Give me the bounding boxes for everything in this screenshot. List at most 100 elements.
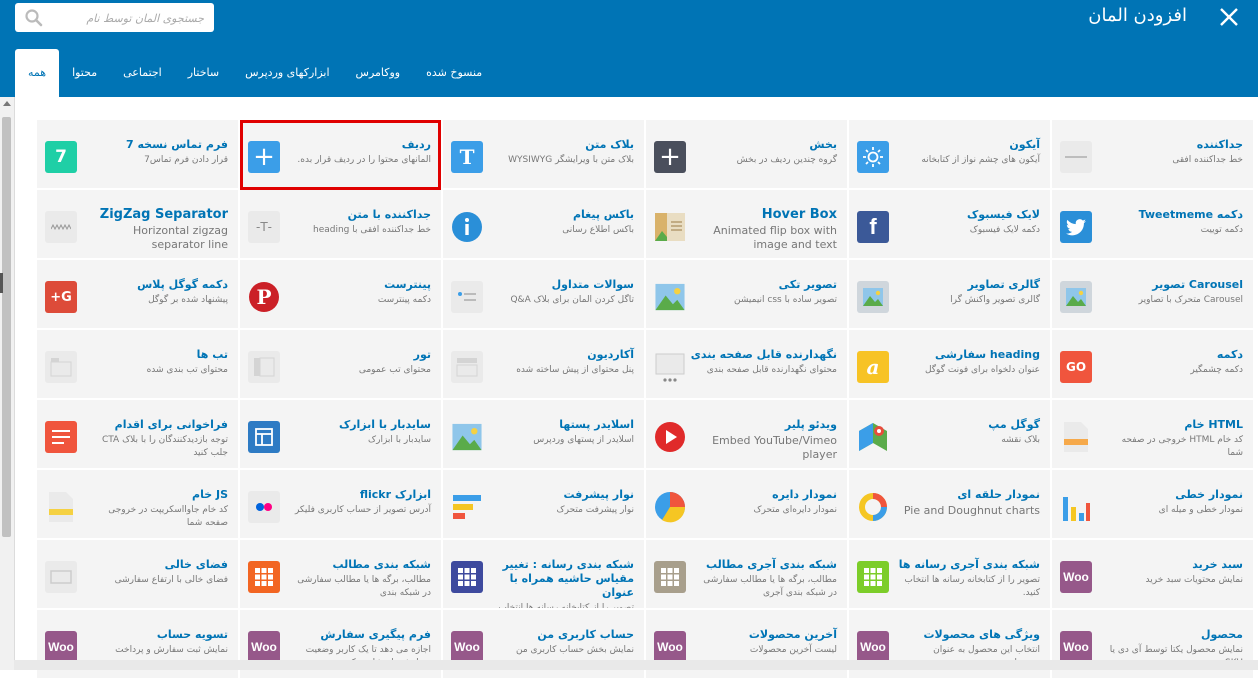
element-name: ویدئو پلیر	[784, 418, 837, 431]
element-tile[interactable]: شبکه بندی آجری مطالب مطالب، برگه ها یا مط…	[646, 540, 847, 610]
element-tile[interactable]: -T- جداکننده با متن خط جداکننده افقی با he…	[240, 190, 441, 260]
element-description: تصویر ساده با css انیمیشن	[734, 295, 837, 305]
hover-box-icon	[654, 211, 686, 243]
element-text: فرم تماس نسخه 7 قرار دادن فرم تماس7	[89, 138, 228, 167]
element-description: محتوای نگهدارنده قابل صفحه بندی	[706, 365, 837, 375]
element-description: المانهای محتوا را در ردیف قرار بده.	[297, 155, 431, 165]
element-tile[interactable]: Hover Box Animated flip box with image an…	[646, 190, 847, 260]
element-tile[interactable]: نگهدارنده قابل صفحه بندی محتوای نگهدارنده…	[646, 330, 847, 400]
close-icon[interactable]	[1216, 4, 1242, 30]
tab-structure[interactable]: ساختار	[175, 49, 232, 97]
scrollbar-thumb[interactable]	[2, 117, 11, 537]
element-tile[interactable]: P پینترست دکمه پینترست	[240, 260, 441, 330]
element-tile[interactable]: JS خام کد خام جاوااسکریپت در خروجی صفحه ش…	[37, 470, 238, 540]
element-description: خط جداکننده افقی با heading	[313, 225, 431, 235]
element-tile[interactable]: ZigZag Separator Horizontal zigzag separa…	[37, 190, 238, 260]
tab-social[interactable]: اجتماعی	[110, 49, 175, 97]
element-description: پیشنهاد شده بر گوگل	[148, 295, 228, 305]
element-tile[interactable]: فضای خالی فضای خالی با ارتفاع سفارشی	[37, 540, 238, 610]
element-tile[interactable]: شبکه بندی مطالب مطالب، برگه ها یا مطالب س…	[240, 540, 441, 610]
tab-deprecated[interactable]: منسوخ شده	[413, 49, 495, 97]
scroll-up-arrow-icon[interactable]	[3, 101, 11, 106]
element-text: شبکه بندی آجری مطالب مطالب، برگه ها یا مط…	[698, 558, 837, 600]
element-tile[interactable]: باکس پیغام باکس اطلاع رسانی	[443, 190, 644, 260]
element-name: ویژگی های محصولات	[923, 628, 1040, 641]
search-box[interactable]	[15, 3, 214, 34]
element-tile[interactable]: a heading سفارشی عنوان دلخواه برای فونت گو…	[849, 330, 1050, 400]
element-tile[interactable]: 7 فرم تماس نسخه 7 قرار دادن فرم تماس7	[37, 120, 238, 190]
element-description: تصویر را از کتابخانه رسانه ها انتخاب کنی…	[904, 575, 1040, 598]
search-input[interactable]	[42, 3, 206, 34]
element-name: آیکون	[1009, 138, 1040, 151]
masonry-media-grid-icon	[857, 561, 889, 593]
element-tile[interactable]: گوگل مپ بلاک نقشه	[849, 400, 1050, 470]
text-block-icon: T	[451, 141, 483, 173]
vertical-scrollbar[interactable]	[0, 97, 15, 670]
element-tile[interactable]: HTML خام کد خام HTML خروجی در صفحه شما	[1052, 400, 1253, 470]
element-tile[interactable]: + بخش گروه چندین ردیف در بخش	[646, 120, 847, 190]
tab-all[interactable]: همه	[15, 49, 60, 97]
gallery-icon	[857, 281, 889, 313]
element-tile[interactable]: تصویر تکی تصویر ساده با css انیمیشن	[646, 260, 847, 330]
element-description: Carousel متحرک با تصاویر	[1138, 295, 1243, 305]
tab-wordpress-widgets[interactable]: ابزارکهای وردپرس	[232, 49, 342, 97]
element-tile[interactable]: نمودار دایره نمودار دایره‌ای متحرک	[646, 470, 847, 540]
element-text: آیکون آیکون های چشم نواز از کتابخانه	[901, 138, 1040, 167]
element-tile[interactable]: اسلایدر پستها اسلایدر از پستهای وردپرس	[443, 400, 644, 470]
element-text: Carousel تصویر Carousel متحرک با تصاویر	[1104, 278, 1243, 307]
empty-space-icon	[45, 561, 77, 593]
element-tile[interactable]: Carousel تصویر Carousel متحرک با تصاویر	[1052, 260, 1253, 330]
element-tile[interactable]: جداکننده خط جداکننده افقی	[1052, 120, 1253, 190]
element-text: JS خام کد خام جاوااسکریپت در خروجی صفحه ش…	[89, 488, 228, 530]
element-tile[interactable]: نوار پیشرفت نوار پیشرفت متحرک	[443, 470, 644, 540]
element-tile[interactable]: نمودار خطی نمودار خطی و میله ای	[1052, 470, 1253, 540]
facebook-icon: f	[857, 211, 889, 243]
element-tile[interactable]: تور محتوای تب عمومی	[240, 330, 441, 400]
element-description: محتوای تب عمومی	[358, 365, 431, 375]
pageable-icon	[654, 351, 686, 383]
element-tile[interactable]: f لایک فیسبوک دکمه لایک فیسبوک	[849, 190, 1050, 260]
separator-icon	[1060, 141, 1092, 173]
element-name: سبد خرید	[1192, 558, 1243, 571]
element-name: فرم تماس نسخه 7	[126, 138, 228, 151]
element-description: تاگل کردن المان برای بلاک Q&A	[510, 295, 634, 305]
element-tile[interactable]: T بلاک متن بلاک متن با ویرایشگر WYSIWYG	[443, 120, 644, 190]
element-tile[interactable]: فراخوانی برای اقدام توجه بازدیدکنندگان را…	[37, 400, 238, 470]
element-name: گالری تصاویر	[967, 278, 1040, 291]
element-tile[interactable]: G+ دکمه گوگل پلاس پیشنهاد شده بر گوگل	[37, 260, 238, 330]
element-name: جداکننده با متن	[347, 208, 431, 221]
element-tile[interactable]: دکمه Tweetmeme دکمه توییت	[1052, 190, 1253, 260]
element-name: تصویر تکی	[778, 278, 837, 291]
woo-icon: Woo	[1060, 631, 1092, 663]
element-name: Carousel تصویر	[1152, 278, 1243, 291]
element-name: نوار پیشرفت	[563, 488, 634, 501]
element-tile[interactable]: تب ها محتوای تب بندی شده	[37, 330, 238, 400]
tab-woocommerce[interactable]: ووکامرس	[343, 49, 414, 97]
element-tile[interactable]: سایدبار با ابزارک سایدبار با ابزارک	[240, 400, 441, 470]
element-tile[interactable]: شبکه بندی رسانه : تغییر مقیاس حاشیه همرا…	[443, 540, 644, 610]
element-tile[interactable]: + ردیف المانهای محتوا را در ردیف قرار بده.	[240, 120, 441, 190]
element-name: فراخوانی برای اقدام	[114, 418, 228, 431]
element-tile[interactable]: گالری تصاویر گالری تصویر واکنش گرا	[849, 260, 1050, 330]
element-tile[interactable]: سوالات متداول تاگل کردن المان برای بلاک Q…	[443, 260, 644, 330]
element-text: نمودار دایره نمودار دایره‌ای متحرک	[698, 488, 837, 517]
element-tile[interactable]: آیکون آیکون های چشم نواز از کتابخانه	[849, 120, 1050, 190]
element-text: ZigZag Separator Horizontal zigzag separa…	[89, 208, 228, 252]
element-tile[interactable]: نمودار حلقه ای Pie and Doughnut charts	[849, 470, 1050, 540]
element-grid: جداکننده خط جداکننده افقی آیکون آیکون های چ…	[33, 120, 1253, 680]
element-tile[interactable]: ابزارک flickr آدرس تصویر از حساب کاربری ف…	[240, 470, 441, 540]
element-text: باکس پیغام باکس اطلاع رسانی	[495, 208, 634, 237]
element-description: باکس اطلاع رسانی	[562, 225, 634, 235]
map-icon	[857, 421, 889, 453]
element-tile[interactable]: آکاردیون پنل محتوای از پیش ساخته شده	[443, 330, 644, 400]
element-tile[interactable]: ویدئو پلیر Embed YouTube/Vimeo player	[646, 400, 847, 470]
element-tile[interactable]: شبکه بندی آجری رسانه ها تصویر را از کتابخ…	[849, 540, 1050, 610]
element-text: نمودار خطی نمودار خطی و میله ای	[1104, 488, 1243, 517]
element-tile[interactable]: GO دکمه دکمه چشمگیر	[1052, 330, 1253, 400]
accordion-icon	[451, 351, 483, 383]
element-name: heading سفارشی	[934, 348, 1040, 361]
tab-content[interactable]: محتوا	[59, 49, 110, 97]
progress-bar-icon	[451, 491, 483, 523]
element-tile[interactable]: Woo سبد خرید نمایش محتویات سبد خرید	[1052, 540, 1253, 610]
element-text: لایک فیسبوک دکمه لایک فیسبوک	[901, 208, 1040, 237]
